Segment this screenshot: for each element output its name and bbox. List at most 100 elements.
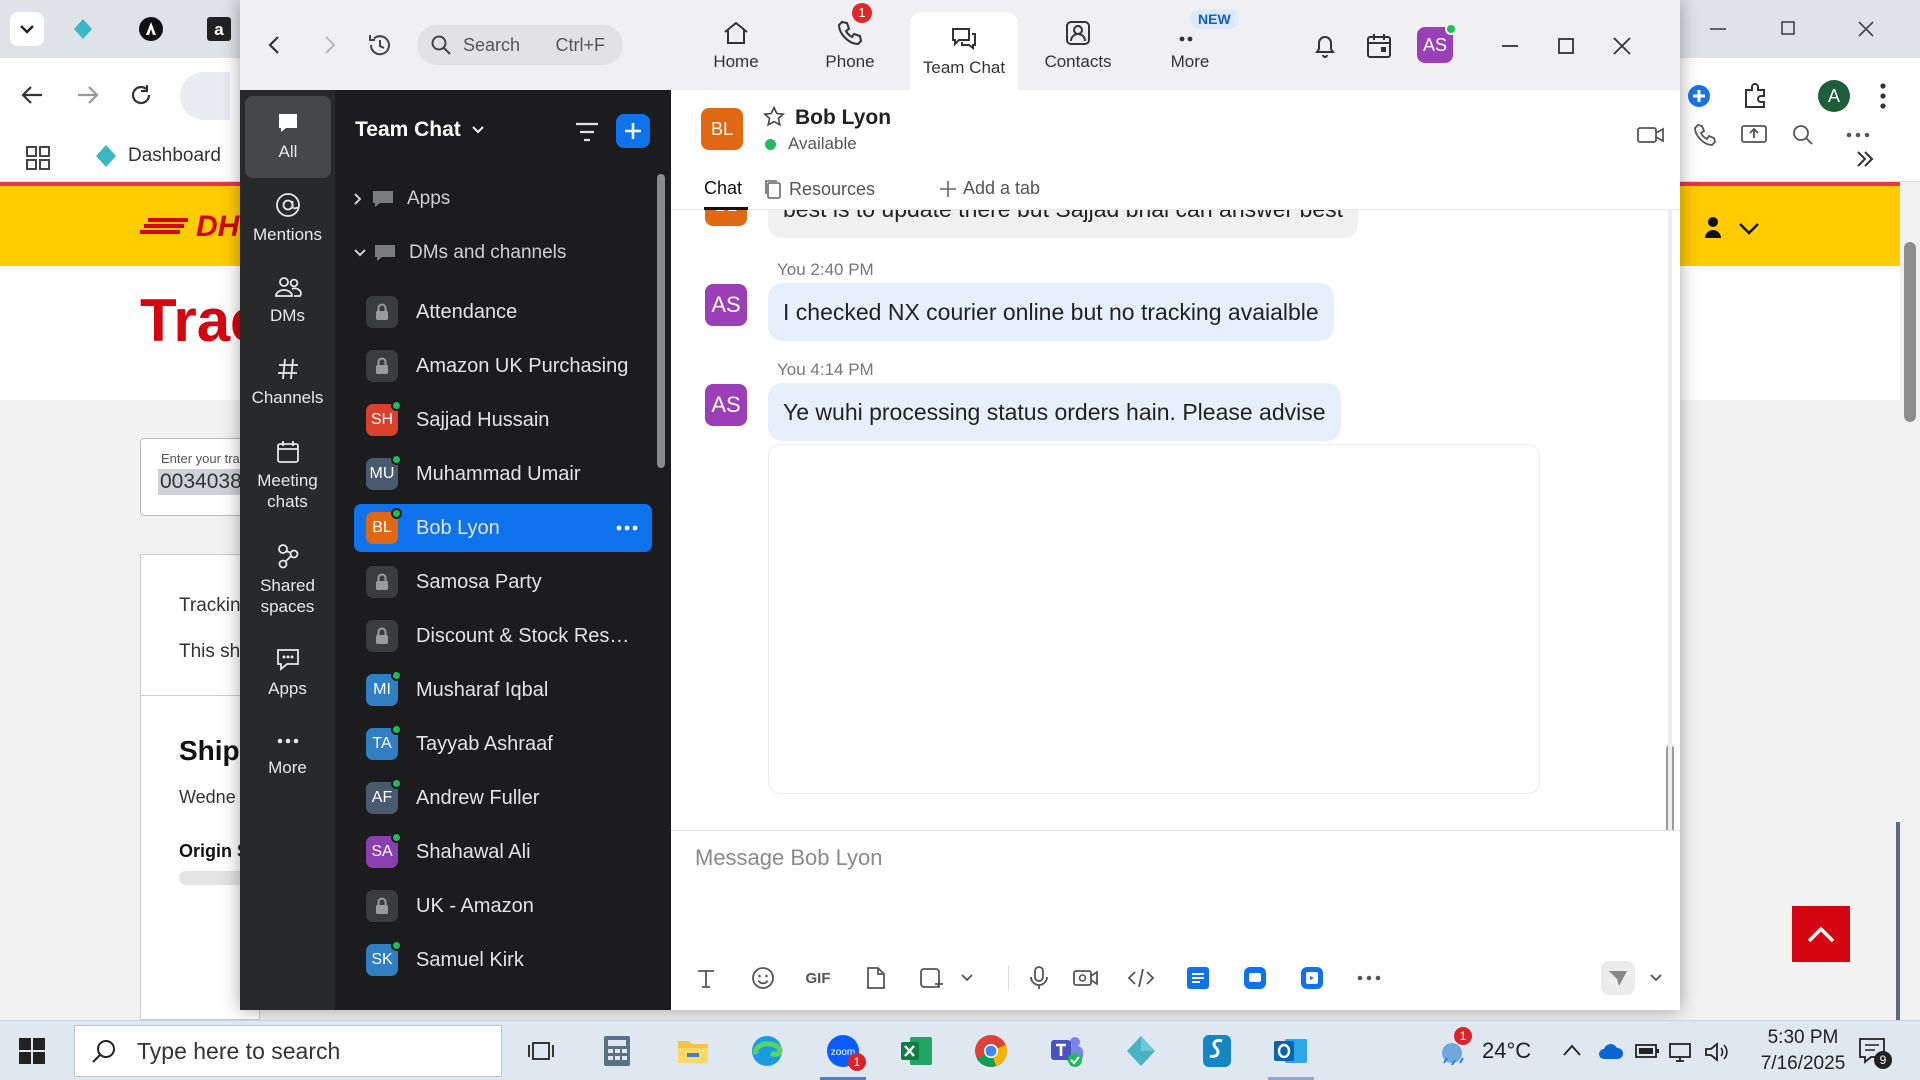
taskbar-chrome[interactable] bbox=[968, 1029, 1014, 1073]
weather-temperature[interactable]: 24°C bbox=[1482, 1038, 1531, 1064]
channel-item[interactable]: MU Muhammad Umair bbox=[354, 450, 652, 498]
team-chat-dropdown[interactable]: Team Chat bbox=[355, 118, 485, 142]
forward-chevron-icon[interactable] bbox=[318, 34, 340, 56]
channel-item[interactable]: SK Samuel Kirk bbox=[354, 936, 652, 984]
message-bubble[interactable]: Ye wuhi processing status orders hain. P… bbox=[768, 383, 1341, 441]
rail-channels[interactable]: Channels bbox=[240, 342, 335, 424]
format-text-button[interactable] bbox=[695, 962, 717, 994]
apps-grid-icon[interactable] bbox=[26, 146, 50, 170]
channel-item[interactable]: BL Bob Lyon bbox=[354, 504, 652, 552]
tab-add[interactable]: Add a tab bbox=[939, 178, 1040, 199]
double-chevron-icon[interactable] bbox=[1854, 148, 1876, 170]
network-icon[interactable] bbox=[1668, 1041, 1694, 1063]
tab-search-button[interactable] bbox=[10, 12, 44, 46]
channel-item[interactable]: TA Tayyab Ashraaf bbox=[354, 720, 652, 768]
tab-chat[interactable]: Chat bbox=[704, 178, 742, 199]
taskbar-teams[interactable] bbox=[1044, 1029, 1090, 1073]
minimize-icon[interactable] bbox=[1500, 36, 1520, 56]
chat-more-button[interactable] bbox=[1843, 120, 1873, 150]
chevron-up-icon[interactable] bbox=[1562, 1043, 1582, 1057]
scrollbar-thumb[interactable] bbox=[1904, 242, 1916, 422]
channel-item[interactable]: SA Shahawal Ali bbox=[354, 828, 652, 876]
forward-arrow-icon[interactable] bbox=[74, 82, 100, 108]
taskbar-calculator[interactable] bbox=[594, 1029, 640, 1073]
extension-blue-icon[interactable] bbox=[1685, 82, 1713, 110]
taskbar-outlook[interactable] bbox=[1268, 1029, 1314, 1073]
tab-favicon-amazon[interactable]: a bbox=[202, 12, 236, 46]
taskbar-diamond-app[interactable] bbox=[1118, 1029, 1164, 1073]
tab-favicon-a[interactable] bbox=[134, 12, 168, 46]
nav-team-chat[interactable]: Team Chat bbox=[910, 12, 1018, 90]
maximize-icon[interactable] bbox=[1556, 36, 1576, 56]
taskbar-file-explorer[interactable] bbox=[670, 1029, 716, 1073]
message-bubble[interactable]: best is to update there but Sajjad bhai … bbox=[768, 210, 1359, 238]
message-avatar[interactable]: AS bbox=[705, 384, 747, 426]
channel-item[interactable]: Amazon UK Purchasing bbox=[354, 342, 652, 390]
app-button-1[interactable] bbox=[1186, 962, 1210, 994]
section-apps[interactable]: Apps bbox=[353, 188, 450, 210]
channel-item[interactable]: MI Musharaf Iqbal bbox=[354, 666, 652, 714]
app-button-2[interactable] bbox=[1243, 962, 1267, 994]
reload-icon[interactable] bbox=[128, 82, 154, 108]
rail-apps[interactable]: Apps bbox=[240, 632, 335, 714]
battery-icon[interactable] bbox=[1634, 1041, 1660, 1061]
user-menu-icon[interactable] bbox=[1704, 216, 1764, 240]
taskbar-zoom[interactable]: zoom 1 bbox=[820, 1029, 866, 1073]
toolbar-more-button[interactable] bbox=[1357, 962, 1381, 994]
share-screen-button[interactable] bbox=[1739, 120, 1769, 150]
attach-file-button[interactable] bbox=[865, 962, 887, 994]
back-arrow-icon[interactable] bbox=[20, 82, 46, 108]
browser-scrollbar[interactable] bbox=[1900, 182, 1920, 1020]
taskbar-search-input[interactable]: Type here to search bbox=[74, 1025, 502, 1077]
notification-center-button[interactable]: 9 bbox=[1858, 1037, 1892, 1069]
message-avatar[interactable]: BL bbox=[705, 210, 747, 226]
channel-item[interactable]: Discount & Stock Reser... bbox=[354, 612, 652, 660]
taskbar-edge[interactable] bbox=[744, 1029, 790, 1073]
site-info-button[interactable] bbox=[180, 72, 230, 120]
voice-message-button[interactable] bbox=[1029, 962, 1049, 994]
rail-shared-spaces[interactable]: Shared spaces bbox=[240, 528, 335, 632]
volume-icon[interactable] bbox=[1704, 1041, 1730, 1063]
contact-avatar[interactable]: BL bbox=[701, 108, 743, 150]
taskbar-excel[interactable] bbox=[894, 1029, 940, 1073]
close-icon[interactable] bbox=[1612, 36, 1632, 56]
channel-more-icon[interactable] bbox=[616, 525, 638, 531]
back-chevron-icon[interactable] bbox=[264, 34, 286, 56]
onedrive-icon[interactable] bbox=[1598, 1041, 1624, 1061]
profile-avatar[interactable]: A bbox=[1818, 80, 1850, 112]
scroll-top-button[interactable] bbox=[1792, 906, 1850, 962]
code-snippet-button[interactable] bbox=[1127, 962, 1155, 994]
video-message-button[interactable] bbox=[1073, 962, 1099, 994]
emoji-button[interactable] bbox=[751, 962, 775, 994]
screenshot-button[interactable] bbox=[919, 962, 945, 994]
clock[interactable]: 5:30 PM 7/16/2025 bbox=[1752, 1025, 1854, 1077]
nav-contacts[interactable]: Contacts bbox=[1024, 0, 1132, 90]
puzzle-icon[interactable] bbox=[1740, 80, 1770, 110]
audio-call-button[interactable] bbox=[1690, 120, 1720, 150]
video-call-button[interactable] bbox=[1636, 120, 1666, 150]
new-chat-button[interactable] bbox=[616, 114, 650, 148]
calendar-icon[interactable] bbox=[1366, 32, 1392, 60]
screenshot-dropdown[interactable] bbox=[961, 962, 973, 994]
channel-item[interactable]: UK - Amazon bbox=[354, 882, 652, 930]
message-bubble[interactable]: I checked NX courier online but no track… bbox=[768, 283, 1334, 341]
kebab-menu-icon[interactable] bbox=[1878, 82, 1888, 110]
channel-item[interactable]: Samosa Party bbox=[354, 558, 652, 606]
tab-favicon-diamond[interactable] bbox=[66, 12, 100, 46]
rail-all[interactable]: All bbox=[245, 96, 331, 178]
channel-item[interactable]: Attendance bbox=[354, 288, 652, 336]
rail-more[interactable]: More bbox=[240, 714, 335, 796]
start-button[interactable] bbox=[18, 1037, 46, 1065]
rail-meeting-chats[interactable]: Meeting chats bbox=[240, 424, 335, 528]
bell-icon[interactable] bbox=[1312, 32, 1338, 60]
star-icon[interactable] bbox=[763, 106, 785, 128]
task-view-button[interactable] bbox=[518, 1029, 564, 1073]
user-avatar[interactable]: AS bbox=[1417, 23, 1457, 63]
nav-phone[interactable]: 1 Phone bbox=[796, 0, 904, 90]
nav-home[interactable]: Home bbox=[682, 0, 790, 90]
bookmark-dashboard[interactable]: Dashboard bbox=[94, 144, 221, 168]
send-button[interactable] bbox=[1601, 961, 1635, 995]
send-options-dropdown[interactable] bbox=[1650, 962, 1662, 994]
taskbar-s-app[interactable] bbox=[1194, 1029, 1240, 1073]
nav-more[interactable]: NEW More bbox=[1136, 0, 1244, 90]
